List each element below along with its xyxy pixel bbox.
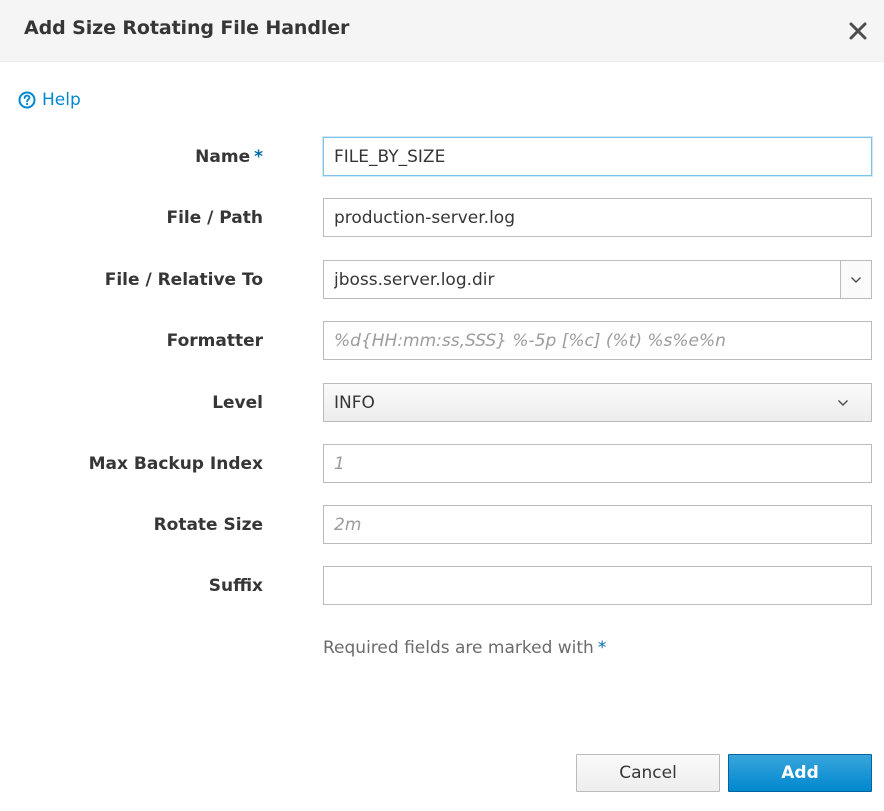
file-path-label: File / Path [166, 208, 263, 228]
suffix-input[interactable] [323, 566, 872, 605]
rotate-size-label: Rotate Size [153, 515, 263, 535]
max-backup-index-input[interactable] [323, 444, 872, 483]
file-path-input[interactable] [323, 198, 872, 237]
level-select[interactable]: INFO [323, 383, 872, 422]
form-row-relative-to: File / Relative To [0, 260, 884, 300]
cancel-button[interactable]: Cancel [576, 754, 720, 792]
required-mark: * [597, 638, 607, 658]
dialog-header: Add Size Rotating File Handler [0, 0, 884, 62]
level-selected-value: INFO [334, 392, 375, 413]
add-handler-dialog: Add Size Rotating File Handler Help Name… [0, 0, 884, 811]
name-input[interactable] [323, 137, 872, 176]
relative-to-label: File / Relative To [104, 270, 263, 290]
form-row-formatter: Formatter [0, 321, 884, 361]
formatter-label: Formatter [166, 331, 263, 351]
relative-to-dropdown-button[interactable] [840, 260, 872, 299]
form-row-file-path: File / Path [0, 198, 884, 238]
formatter-input[interactable] [323, 321, 872, 360]
form-row-rotate-size: Rotate Size [0, 505, 884, 545]
name-label: Name * [195, 147, 263, 167]
chevron-down-icon [851, 276, 861, 283]
form-row-level: Level INFO [0, 383, 884, 423]
relative-to-combobox [323, 260, 872, 299]
suffix-label: Suffix [208, 576, 263, 596]
rotate-size-input[interactable] [323, 505, 872, 544]
level-label: Level [212, 393, 263, 413]
dialog-title: Add Size Rotating File Handler [24, 17, 350, 39]
form-row-name: Name * [0, 137, 884, 177]
required-fields-note: Required fields are marked with * [323, 638, 607, 658]
max-backup-index-label: Max Backup Index [88, 454, 263, 474]
chevron-down-icon [838, 399, 848, 406]
help-label: Help [42, 90, 81, 110]
required-mark: * [254, 147, 263, 167]
form-row-max-backup-index: Max Backup Index [0, 444, 884, 484]
form-row-suffix: Suffix [0, 566, 884, 606]
close-button[interactable] [844, 17, 872, 45]
add-button[interactable]: Add [728, 754, 872, 792]
relative-to-input[interactable] [323, 260, 841, 299]
close-icon [849, 22, 867, 40]
help-link[interactable]: Help [18, 88, 81, 112]
question-circle-icon [18, 91, 36, 109]
